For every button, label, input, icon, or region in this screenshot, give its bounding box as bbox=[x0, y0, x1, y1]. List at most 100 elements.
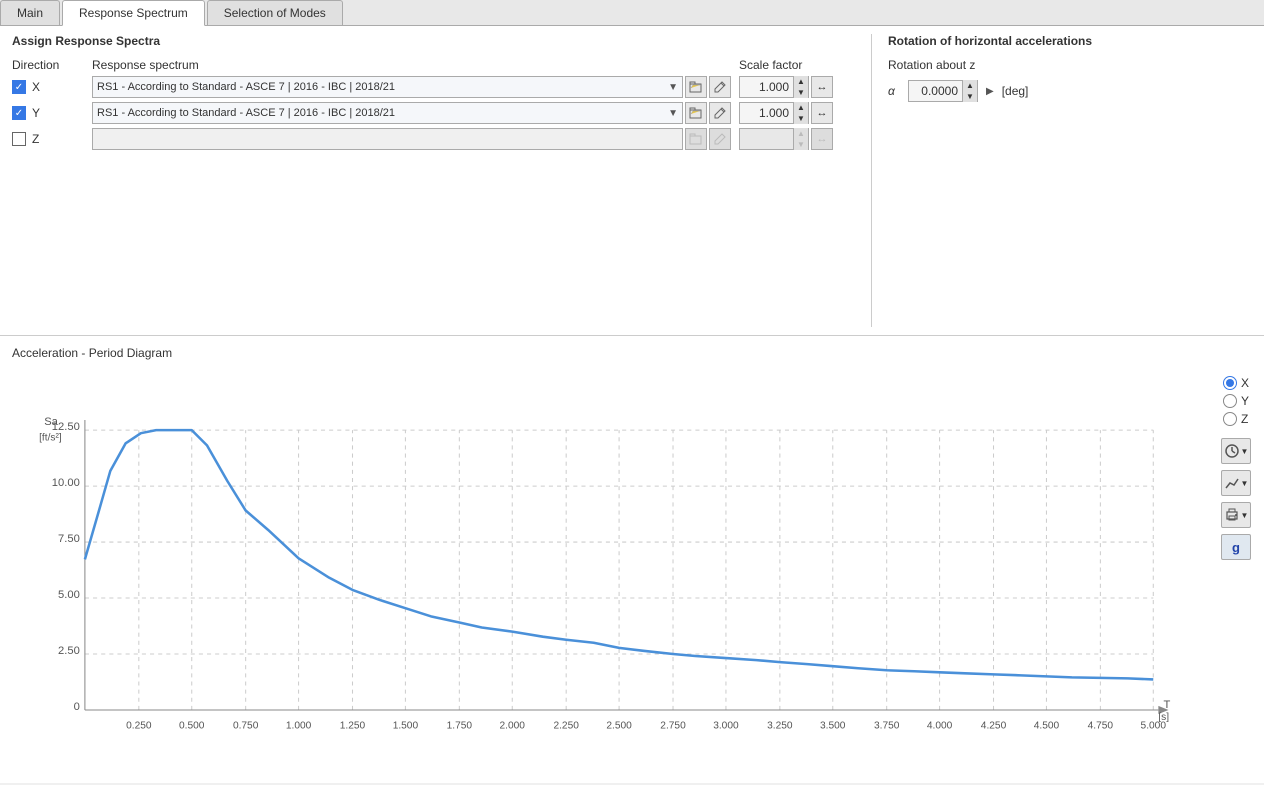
label-y: Y bbox=[32, 106, 40, 120]
sf-spin-up-x[interactable]: ▲ bbox=[794, 76, 808, 87]
radio-x[interactable]: X bbox=[1223, 376, 1249, 390]
header-direction: Direction bbox=[12, 58, 92, 72]
svg-text:2.50: 2.50 bbox=[58, 645, 80, 657]
chart-title: Acceleration - Period Diagram bbox=[12, 346, 1216, 360]
rotation-spin-up[interactable]: ▲ bbox=[963, 80, 977, 91]
svg-text:T: T bbox=[1163, 699, 1170, 711]
dropdown-y-value: RS1 - According to Standard - ASCE 7 | 2… bbox=[97, 107, 668, 119]
icon-edit-z2[interactable] bbox=[709, 128, 731, 150]
sf-spin-down-y[interactable]: ▼ bbox=[794, 113, 808, 124]
rotation-input[interactable]: 0.0000 ▲ ▼ bbox=[908, 80, 978, 102]
header-spectrum: Response spectrum bbox=[92, 58, 731, 72]
tab-selection-modes[interactable]: Selection of Modes bbox=[207, 0, 343, 25]
sf-value-x: 1.000 bbox=[740, 80, 793, 94]
svg-text:0.500: 0.500 bbox=[179, 720, 205, 731]
cell-dir-y: Y bbox=[12, 106, 92, 120]
radio-circle-y bbox=[1223, 394, 1237, 408]
dropdown-y[interactable]: RS1 - According to Standard - ASCE 7 | 2… bbox=[92, 102, 683, 124]
tab-main[interactable]: Main bbox=[0, 0, 60, 25]
table-row: X RS1 - According to Standard - ASCE 7 |… bbox=[12, 76, 859, 98]
radio-z[interactable]: Z bbox=[1223, 412, 1249, 426]
header-scale-factor: Scale factor bbox=[739, 58, 859, 72]
checkbox-y[interactable] bbox=[12, 106, 26, 120]
table-row: Z bbox=[12, 128, 859, 150]
rotation-spin-down[interactable]: ▼ bbox=[963, 91, 977, 102]
checkbox-x[interactable] bbox=[12, 80, 26, 94]
sf-spin-up-z: ▲ bbox=[794, 128, 808, 139]
folder-open-icon bbox=[689, 106, 703, 120]
view-settings-button[interactable]: ▼ bbox=[1221, 438, 1251, 464]
svg-text:10.00: 10.00 bbox=[52, 477, 80, 489]
checkbox-z[interactable] bbox=[12, 132, 26, 146]
top-panel: Assign Response Spectra Direction Respon… bbox=[0, 26, 1264, 336]
svg-text:0.250: 0.250 bbox=[126, 720, 152, 731]
assign-section: Assign Response Spectra Direction Respon… bbox=[12, 34, 872, 327]
g-label: g bbox=[1232, 540, 1240, 555]
radio-label-y: Y bbox=[1241, 394, 1249, 408]
radio-label-z: Z bbox=[1241, 412, 1248, 426]
print-button[interactable]: ▼ bbox=[1221, 502, 1251, 528]
dropdown-x-value: RS1 - According to Standard - ASCE 7 | 2… bbox=[97, 81, 668, 93]
sf-spin-up-y[interactable]: ▲ bbox=[794, 102, 808, 113]
acceleration-period-chart: 0 2.50 5.00 7.50 10.00 12.50 Sa [ft/s²] … bbox=[12, 364, 1216, 771]
g-button[interactable]: g bbox=[1221, 534, 1251, 560]
chart-area: Acceleration - Period Diagram 0 2.50 5.0… bbox=[12, 346, 1216, 773]
sf-arrow-z: ↔ bbox=[811, 128, 833, 150]
cell-rs-x: RS1 - According to Standard - ASCE 7 | 2… bbox=[92, 76, 731, 98]
dropdown-arrow-chart: ▼ bbox=[1241, 479, 1249, 488]
dropdown-z[interactable] bbox=[92, 128, 683, 150]
rotation-spin: ▲ ▼ bbox=[962, 80, 977, 102]
folder-open-icon bbox=[689, 80, 703, 94]
svg-text:3.250: 3.250 bbox=[767, 720, 793, 731]
sf-input-z: ▲ ▼ bbox=[739, 128, 809, 150]
icon-edit-x2[interactable] bbox=[709, 76, 731, 98]
edit-icon bbox=[713, 132, 727, 146]
tab-response-spectrum[interactable]: Response Spectrum bbox=[62, 0, 205, 26]
svg-text:4.750: 4.750 bbox=[1088, 720, 1114, 731]
chart-container: 0 2.50 5.00 7.50 10.00 12.50 Sa [ft/s²] … bbox=[12, 364, 1216, 771]
dropdown-x[interactable]: RS1 - According to Standard - ASCE 7 | 2… bbox=[92, 76, 683, 98]
icon-edit-z1[interactable] bbox=[685, 128, 707, 150]
radio-circle-z bbox=[1223, 412, 1237, 426]
rotation-arrow-icon[interactable]: ▶ bbox=[986, 86, 994, 97]
sf-arrow-x[interactable]: ↔ bbox=[811, 76, 833, 98]
table-row: Y RS1 - According to Standard - ASCE 7 |… bbox=[12, 102, 859, 124]
sf-spin-down-x[interactable]: ▼ bbox=[794, 87, 808, 98]
sf-input-y[interactable]: 1.000 ▲ ▼ bbox=[739, 102, 809, 124]
label-x: X bbox=[32, 80, 40, 94]
icon-edit-y2[interactable] bbox=[709, 102, 731, 124]
cell-sf-x: 1.000 ▲ ▼ ↔ bbox=[739, 76, 859, 98]
chart-type-button[interactable]: ▼ bbox=[1221, 470, 1251, 496]
sf-spin-x: ▲ ▼ bbox=[793, 76, 808, 98]
svg-text:1.500: 1.500 bbox=[393, 720, 419, 731]
chart-toolbar: X Y Z ▼ ▼ bbox=[1216, 346, 1256, 773]
cell-sf-y: 1.000 ▲ ▼ ↔ bbox=[739, 102, 859, 124]
radio-y[interactable]: Y bbox=[1223, 394, 1249, 408]
dropdown-x-arrow: ▼ bbox=[668, 82, 678, 93]
dropdown-y-arrow: ▼ bbox=[668, 108, 678, 119]
svg-text:2.250: 2.250 bbox=[553, 720, 579, 731]
edit-icon bbox=[713, 80, 727, 94]
rotation-title: Rotation of horizontal accelerations bbox=[888, 34, 1252, 48]
svg-text:3.500: 3.500 bbox=[820, 720, 846, 731]
cell-dir-z: Z bbox=[12, 132, 92, 146]
dropdown-arrow-view: ▼ bbox=[1241, 447, 1249, 456]
folder-open-icon bbox=[689, 132, 703, 146]
svg-text:1.750: 1.750 bbox=[447, 720, 473, 731]
print-icon bbox=[1224, 507, 1240, 523]
sf-spin-down-z: ▼ bbox=[794, 139, 808, 150]
svg-text:5.00: 5.00 bbox=[58, 589, 80, 601]
svg-text:2.500: 2.500 bbox=[606, 720, 632, 731]
icon-edit-y1[interactable] bbox=[685, 102, 707, 124]
rotation-alpha-label: α bbox=[888, 84, 900, 98]
sf-arrow-y[interactable]: ↔ bbox=[811, 102, 833, 124]
sf-value-y: 1.000 bbox=[740, 106, 793, 120]
icon-edit-x1[interactable] bbox=[685, 76, 707, 98]
cell-dir-x: X bbox=[12, 80, 92, 94]
svg-text:Sa: Sa bbox=[44, 416, 58, 428]
sf-input-x[interactable]: 1.000 ▲ ▼ bbox=[739, 76, 809, 98]
radio-label-x: X bbox=[1241, 376, 1249, 390]
svg-text:4.000: 4.000 bbox=[927, 720, 953, 731]
svg-text:4.500: 4.500 bbox=[1034, 720, 1060, 731]
svg-text:2.750: 2.750 bbox=[660, 720, 686, 731]
